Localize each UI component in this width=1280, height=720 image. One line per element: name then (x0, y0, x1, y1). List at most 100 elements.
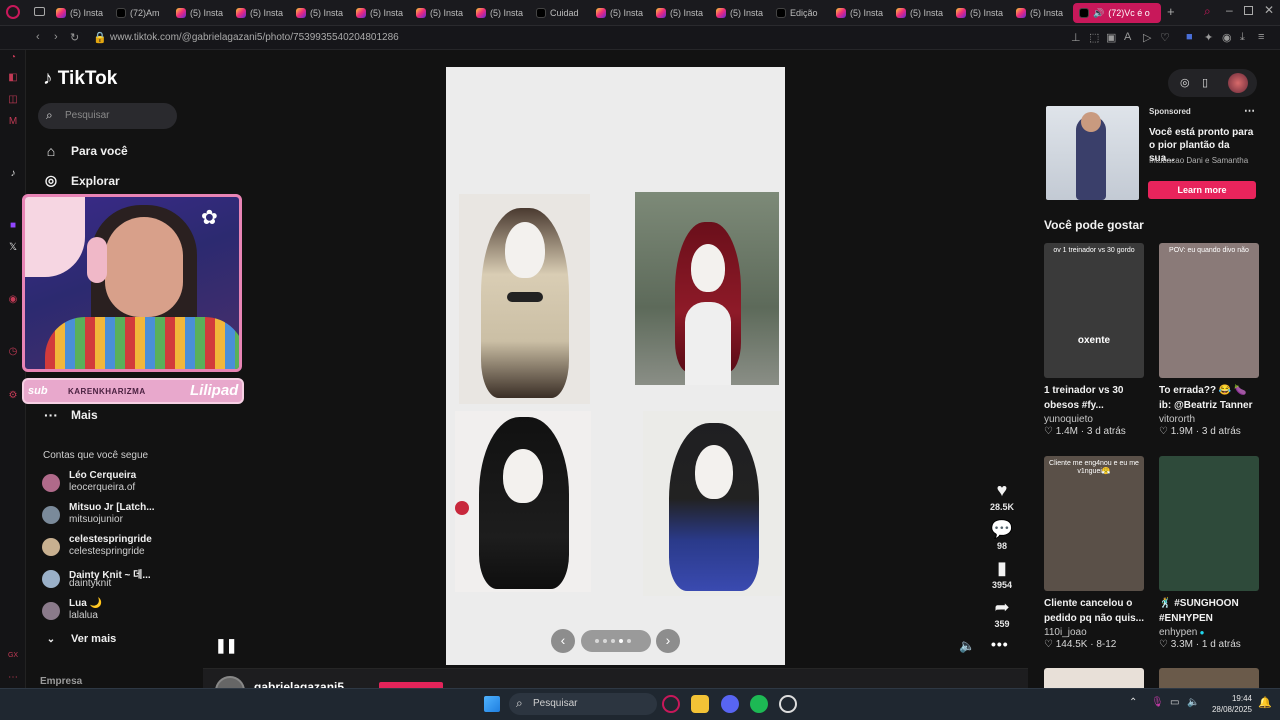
followed-account[interactable]: celestespringride celestespringride (42, 534, 182, 564)
save-button[interactable]: ▮ 3954 (986, 558, 1018, 590)
back-icon[interactable]: ‹ (36, 31, 40, 43)
volume-tray-icon[interactable]: 🔈 (1187, 697, 1199, 708)
comment-button[interactable]: 💬 98 (986, 519, 1018, 551)
rail-settings-icon[interactable]: ⚙ (7, 390, 19, 402)
sponsored-thumbnail[interactable] (1046, 106, 1139, 200)
rail-clock-icon[interactable]: ◷ (7, 346, 19, 358)
play-icon[interactable]: ▷ (1143, 31, 1151, 44)
video-title[interactable]: 1 treinador vs 30 obesos #fy... (1044, 383, 1144, 413)
browser-tab[interactable]: (5) Insta (176, 3, 230, 23)
pin-icon[interactable]: ⊥ (1071, 31, 1081, 44)
carousel-dot[interactable] (619, 639, 623, 643)
new-tab-button[interactable]: + (1167, 4, 1175, 19)
coin-icon[interactable]: ◎ (1180, 76, 1190, 89)
nav-more[interactable]: ··· Mais (43, 407, 98, 423)
video-title[interactable]: To errada?? 😂 🍆 ib: @Beatriz Tanner (1159, 383, 1259, 413)
file-explorer-icon[interactable] (691, 695, 709, 713)
rail-tiktok-icon[interactable]: ♪ (7, 168, 19, 180)
discord-icon[interactable] (721, 695, 739, 713)
browser-tab[interactable]: Cuidad (536, 3, 590, 23)
rail-bag-icon[interactable]: ◧ (7, 72, 19, 84)
browser-tab[interactable]: Edição (776, 3, 830, 23)
extension-icon[interactable]: ■ (1186, 31, 1193, 43)
browser-tab[interactable]: (5) Insta (596, 3, 650, 23)
browser-logo-icon[interactable] (6, 5, 20, 19)
tray-chevron-icon[interactable]: ⌃ (1129, 697, 1137, 708)
start-button[interactable] (484, 696, 500, 712)
reload-icon[interactable]: ↻ (70, 31, 79, 44)
system-clock[interactable]: 19:44 28/08/2025 (1208, 693, 1252, 715)
rail-mail-icon[interactable]: M (7, 116, 19, 128)
profile-icon[interactable]: ◉ (1222, 31, 1232, 44)
rail-twitch-icon[interactable]: ■ (7, 220, 19, 232)
rail-gx-icon[interactable]: GX (7, 650, 19, 662)
forward-icon[interactable]: › (54, 31, 58, 43)
opera-gx-icon[interactable] (662, 695, 680, 713)
notification-icon[interactable]: 🔔 (1258, 696, 1272, 709)
share-button[interactable]: ➦ 359 (986, 597, 1018, 629)
rail-player-icon[interactable]: ◉ (7, 294, 19, 306)
browser-tab[interactable]: (5) Insta (656, 3, 710, 23)
followed-account[interactable]: Léo Cerqueira leocerqueira.of (42, 470, 182, 500)
rail-messenger-icon[interactable]: ◔ (7, 52, 19, 64)
close-window-button[interactable]: ✕ (1264, 3, 1274, 17)
browser-tab[interactable]: (5) Insta (416, 3, 470, 23)
carousel-dot[interactable] (627, 639, 631, 643)
search-tabs-icon[interactable]: ⌕ (1204, 4, 1211, 19)
wifi-icon[interactable]: ▭ (1170, 697, 1179, 708)
minimize-button[interactable]: – (1226, 3, 1233, 17)
recommended-video[interactable]: ov 1 treinador vs 30 gordo oxente 1 treina… (1044, 243, 1144, 437)
carousel-dot[interactable] (595, 639, 599, 643)
carousel-dot[interactable] (611, 639, 615, 643)
browser-tab[interactable]: (5) Insta (956, 3, 1010, 23)
shield-icon[interactable]: ▣ (1106, 31, 1116, 44)
url-field[interactable]: www.tiktok.com/@gabrielagazani5/photo/75… (110, 32, 399, 43)
heart-icon[interactable]: ♡ (1160, 31, 1170, 44)
tiktok-logo[interactable]: ♪ TikTok (43, 68, 117, 90)
video-author[interactable]: 110i_joao (1044, 627, 1144, 638)
taskbar-search[interactable]: ⌕ Pesquisar (509, 693, 657, 715)
device-icon[interactable]: ▯ (1202, 76, 1208, 89)
mic-icon[interactable]: 🎙 (1151, 697, 1164, 708)
photo-post[interactable] (446, 67, 785, 665)
rail-more-icon[interactable]: ⋯ (7, 672, 19, 684)
rec-thumb-partial[interactable] (1044, 668, 1144, 688)
browser-tab[interactable]: (5) Insta (1016, 3, 1070, 23)
see-more-link[interactable]: ⌄ Ver mais (43, 633, 116, 645)
more-options-button[interactable]: ••• (991, 636, 1009, 652)
video-author[interactable]: enhypen ● (1159, 627, 1259, 638)
translate-icon[interactable]: A (1124, 31, 1131, 43)
browser-tab[interactable]: (72)Am (116, 3, 170, 23)
puzzle-icon[interactable]: ✦ (1204, 31, 1213, 44)
footer-company[interactable]: Empresa (40, 676, 82, 687)
recommended-video[interactable]: POV: eu quando divo não To errada?? 😂 🍆 i… (1159, 243, 1259, 437)
followed-account[interactable]: Dainty Knit ~ 데... daintyknit (42, 566, 182, 596)
recommended-video[interactable]: 🕺 #SUNGHOON #ENHYPEN enhypen ● ♡ 3.3M · 1 … (1159, 456, 1259, 650)
video-author[interactable]: vitororth (1159, 414, 1259, 425)
nav-explore[interactable]: ◎ Explorar (43, 172, 120, 189)
video-thumbnail[interactable]: POV: eu quando divo não (1159, 243, 1259, 378)
video-thumbnail[interactable] (1159, 456, 1259, 591)
tab-strip-icon[interactable] (34, 7, 45, 16)
carousel-next-button[interactable]: › (656, 629, 680, 653)
browser-tab[interactable]: (5) Insta (296, 3, 350, 23)
volume-icon[interactable]: 🔈 (959, 638, 975, 654)
browser-tab[interactable]: (5) Insta (236, 3, 290, 23)
browser-tab[interactable]: (5) Insta (896, 3, 950, 23)
rec-thumb-partial[interactable] (1159, 668, 1259, 688)
tab-active[interactable]: 🔊 (72)Vc é o (1073, 3, 1161, 23)
browser-tab[interactable]: (5) Insta (716, 3, 770, 23)
search-input[interactable]: ⌕ Pesquisar (38, 103, 177, 129)
spotify-icon[interactable] (750, 695, 768, 713)
pause-button[interactable]: ❚❚ (215, 637, 237, 654)
sponsored-more-icon[interactable]: ⋯ (1244, 104, 1255, 117)
menu-icon[interactable]: ≡ (1258, 31, 1264, 43)
download-icon[interactable]: ⤓ (1240, 31, 1245, 44)
recommended-video[interactable]: Cliente me eng4nou e eu me v1nguei😤 Clien… (1044, 456, 1144, 650)
browser-tab[interactable]: (5) Insta (476, 3, 530, 23)
maximize-button[interactable] (1244, 6, 1253, 15)
screenshot-icon[interactable]: ⬚ (1089, 31, 1099, 44)
browser-tab[interactable]: (5) Insta (56, 3, 110, 23)
video-thumbnail[interactable]: Cliente me eng4nou e eu me v1nguei😤 (1044, 456, 1144, 591)
rail-instagram-icon[interactable]: ◫ (7, 94, 19, 106)
